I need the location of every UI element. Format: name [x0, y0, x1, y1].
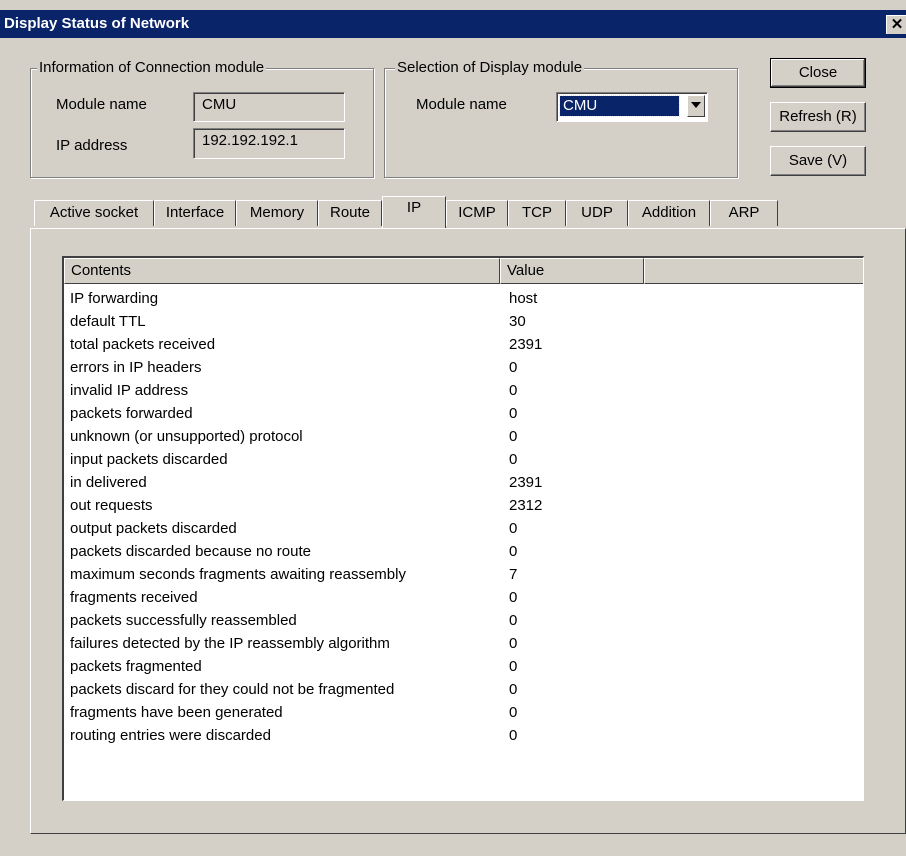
row-value: 2391 — [509, 474, 543, 491]
row-value: 0 — [509, 428, 518, 445]
column-header-contents[interactable]: Contents — [64, 258, 500, 284]
row-contents: default TTL — [70, 313, 146, 330]
ip-address-field: 192.192.192.1 — [193, 128, 345, 159]
connection-module-name-field: CMU — [193, 92, 345, 122]
table-row[interactable]: total packets received 2391 — [64, 333, 863, 356]
column-header-value[interactable]: Value — [500, 258, 644, 284]
tab-active-socket[interactable]: Active socket — [34, 200, 154, 226]
row-value: 0 — [509, 727, 518, 744]
tab-arp[interactable]: ARP — [710, 200, 778, 226]
row-value: host — [509, 290, 538, 307]
row-contents: unknown (or unsupported) protocol — [70, 428, 303, 445]
table-row[interactable]: packets discard for they could not be fr… — [64, 678, 863, 701]
display-module-selected-value: CMU — [559, 95, 680, 117]
connection-module-group: Information of Connection module — [30, 59, 374, 178]
row-value: 30 — [509, 313, 526, 330]
tab-icmp[interactable]: ICMP — [446, 200, 508, 226]
table-row[interactable]: failures detected by the IP reassembly a… — [64, 632, 863, 655]
row-contents: maximum seconds fragments awaiting reass… — [70, 566, 406, 583]
table-row[interactable]: out requests 2312 — [64, 494, 863, 517]
row-contents: fragments received — [70, 589, 198, 606]
row-contents: packets forwarded — [70, 405, 193, 422]
table-row[interactable]: packets successfully reassembled 0 — [64, 609, 863, 632]
row-value: 2312 — [509, 497, 543, 514]
row-contents: input packets discarded — [70, 451, 228, 468]
row-contents: packets successfully reassembled — [70, 612, 297, 629]
row-value: 0 — [509, 382, 518, 399]
tab-tcp[interactable]: TCP — [508, 200, 566, 226]
connection-group-legend: Information of Connection module — [37, 59, 267, 76]
window-title: Display Status of Network — [4, 15, 190, 32]
row-contents: packets discard for they could not be fr… — [70, 681, 395, 698]
close-icon[interactable]: ✕ — [886, 15, 906, 34]
tab-ip[interactable]: IP — [382, 196, 446, 228]
tab-interface[interactable]: Interface — [154, 200, 236, 226]
table-row[interactable]: in delivered 2391 — [64, 471, 863, 494]
ip-address-label: IP address — [56, 137, 128, 154]
row-value: 0 — [509, 520, 518, 537]
row-value: 0 — [509, 543, 518, 560]
row-value: 0 — [509, 658, 518, 675]
column-header-empty[interactable] — [644, 258, 863, 284]
row-contents: fragments have been generated — [70, 704, 283, 721]
tab-memory[interactable]: Memory — [236, 200, 318, 226]
row-value: 0 — [509, 612, 518, 629]
table-row[interactable]: unknown (or unsupported) protocol 0 — [64, 425, 863, 448]
dropdown-button[interactable] — [687, 95, 705, 117]
table-row[interactable]: packets discarded because no route 0 — [64, 540, 863, 563]
table-row[interactable]: default TTL 30 — [64, 310, 863, 333]
chevron-down-icon — [691, 102, 701, 108]
row-contents: in delivered — [70, 474, 147, 491]
row-value: 0 — [509, 704, 518, 721]
tab-route[interactable]: Route — [318, 200, 382, 226]
list-header: Contents Value — [64, 258, 863, 284]
row-contents: routing entries were discarded — [70, 727, 271, 744]
table-row[interactable]: input packets discarded 0 — [64, 448, 863, 471]
row-value: 0 — [509, 681, 518, 698]
title-bar: Display Status of Network ✕ — [0, 10, 906, 38]
display-module-name-label: Module name — [416, 96, 507, 113]
row-value: 0 — [509, 451, 518, 468]
save-button[interactable]: Save (V) — [770, 146, 866, 176]
refresh-button[interactable]: Refresh (R) — [770, 102, 866, 132]
tab-udp[interactable]: UDP — [566, 200, 628, 226]
table-row[interactable]: maximum seconds fragments awaiting reass… — [64, 563, 863, 586]
row-contents: out requests — [70, 497, 153, 514]
tab-addition[interactable]: Addition — [628, 200, 710, 226]
table-row[interactable]: IP forwarding host — [64, 287, 863, 310]
table-row[interactable]: packets fragmented 0 — [64, 655, 863, 678]
table-row[interactable]: output packets discarded 0 — [64, 517, 863, 540]
row-contents: total packets received — [70, 336, 216, 353]
row-contents: invalid IP address — [70, 382, 189, 399]
table-row[interactable]: packets forwarded 0 — [64, 402, 863, 425]
table-row[interactable]: invalid IP address 0 — [64, 379, 863, 402]
table-row[interactable]: routing entries were discarded 0 — [64, 724, 863, 747]
table-row[interactable]: errors in IP headers 0 — [64, 356, 863, 379]
connection-module-name-label: Module name — [56, 96, 147, 113]
close-button[interactable]: Close — [770, 58, 866, 88]
row-contents: packets discarded because no route — [70, 543, 311, 560]
table-row[interactable]: fragments received 0 — [64, 586, 863, 609]
row-value: 0 — [509, 405, 518, 422]
row-contents: errors in IP headers — [70, 359, 202, 376]
ip-statistics-list[interactable]: Contents Value IP forwarding host default … — [62, 256, 864, 801]
row-contents: output packets discarded — [70, 520, 237, 537]
display-group-legend: Selection of Display module — [395, 59, 585, 76]
row-value: 2391 — [509, 336, 543, 353]
row-value: 7 — [509, 566, 518, 583]
row-value: 0 — [509, 635, 518, 652]
row-contents: failures detected by the IP reassembly a… — [70, 635, 390, 652]
row-contents: IP forwarding — [70, 290, 159, 307]
display-module-select[interactable]: CMU — [556, 92, 708, 122]
row-contents: packets fragmented — [70, 658, 202, 675]
display-module-group: Selection of Display module — [384, 59, 738, 178]
row-value: 0 — [509, 589, 518, 606]
table-row[interactable]: fragments have been generated 0 — [64, 701, 863, 724]
row-value: 0 — [509, 359, 518, 376]
network-status-dialog: Display Status of Network ✕ Information … — [0, 0, 906, 856]
